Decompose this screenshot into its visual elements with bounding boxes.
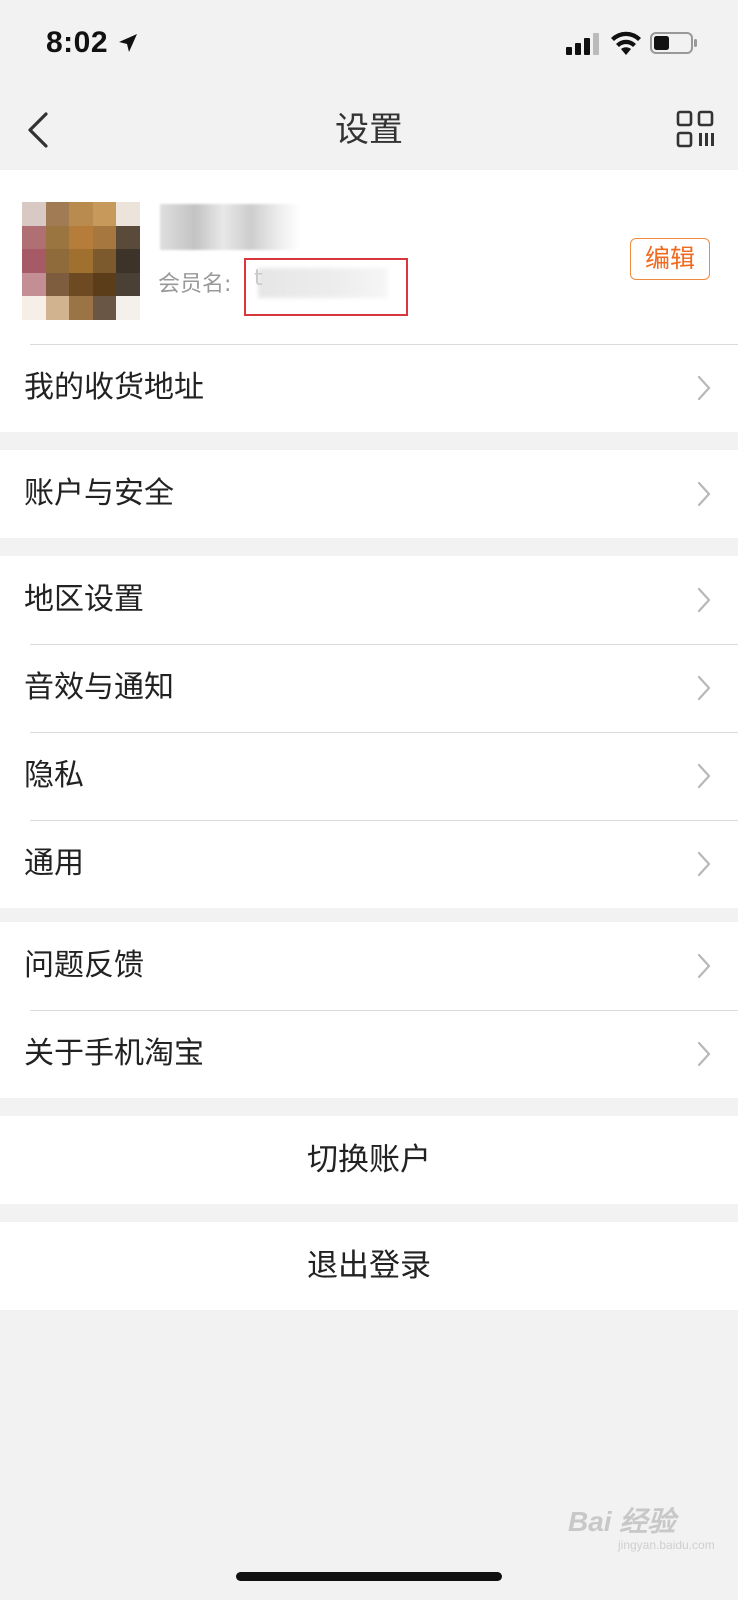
- list-item-about[interactable]: 关于手机淘宝: [0, 1010, 738, 1098]
- profile-card[interactable]: 会员名: t 编辑: [0, 170, 738, 344]
- watermark: Bai 经验: [568, 1506, 676, 1537]
- list-item-feedback[interactable]: 问题反馈: [0, 922, 738, 1010]
- status-bar: 8:02: [0, 0, 738, 90]
- location-arrow-icon: [119, 34, 137, 52]
- logout-group: 退出登录: [0, 1222, 738, 1310]
- chevron-right-icon: [697, 1041, 711, 1067]
- page-title: 设置: [335, 110, 403, 150]
- nickname-blurred: [160, 204, 300, 250]
- highlight-box: [244, 258, 408, 316]
- watermark-url: jingyan.baidu.com: [618, 1538, 715, 1552]
- list-item-label: 通用: [24, 846, 84, 881]
- cellular-signal-icon: [566, 33, 599, 55]
- settings-group-2: 账户与安全: [0, 450, 738, 538]
- chevron-right-icon: [697, 481, 711, 507]
- edit-button[interactable]: 编辑: [630, 238, 710, 280]
- logout-button[interactable]: 退出登录: [0, 1222, 738, 1310]
- chevron-right-icon: [697, 375, 711, 401]
- avatar[interactable]: [22, 202, 140, 320]
- chevron-right-icon: [697, 953, 711, 979]
- switch-account-button[interactable]: 切换账户: [0, 1116, 738, 1204]
- switch-account-group: 切换账户: [0, 1116, 738, 1204]
- wifi-icon: [611, 31, 641, 55]
- list-item-region[interactable]: 地区设置: [0, 556, 738, 644]
- list-item-privacy[interactable]: 隐私: [0, 732, 738, 820]
- divider: [30, 732, 738, 733]
- home-indicator[interactable]: [236, 1572, 502, 1581]
- list-item-address[interactable]: 我的收货地址: [0, 344, 738, 432]
- settings-group-4: 问题反馈 关于手机淘宝: [0, 922, 738, 1098]
- qr-code-icon[interactable]: [676, 110, 714, 148]
- chevron-left-icon[interactable]: [20, 106, 64, 154]
- chevron-right-icon: [697, 763, 711, 789]
- list-item-label: 地区设置: [24, 582, 144, 617]
- nav-bar: 设置: [0, 90, 738, 170]
- chevron-right-icon: [697, 675, 711, 701]
- list-item-label: 我的收货地址: [24, 370, 204, 405]
- avatar-mosaic: [22, 202, 140, 320]
- member-name-label: 会员名:: [158, 272, 232, 297]
- list-item-general[interactable]: 通用: [0, 820, 738, 908]
- list-item-label: 关于手机淘宝: [24, 1036, 204, 1071]
- list-item-account-security[interactable]: 账户与安全: [0, 450, 738, 538]
- list-item-label: 账户与安全: [24, 476, 174, 511]
- list-item-label: 音效与通知: [24, 670, 174, 705]
- list-item-label: 问题反馈: [24, 948, 144, 983]
- list-item-sound-notification[interactable]: 音效与通知: [0, 644, 738, 732]
- battery-icon: [650, 32, 697, 54]
- settings-group-3: 地区设置 音效与通知 隐私 通用: [0, 556, 738, 908]
- chevron-right-icon: [697, 587, 711, 613]
- settings-group-1: 我的收货地址: [0, 344, 738, 432]
- chevron-right-icon: [697, 851, 711, 877]
- status-time: 8:02: [46, 26, 109, 59]
- divider: [30, 820, 738, 821]
- list-item-label: 隐私: [24, 758, 84, 793]
